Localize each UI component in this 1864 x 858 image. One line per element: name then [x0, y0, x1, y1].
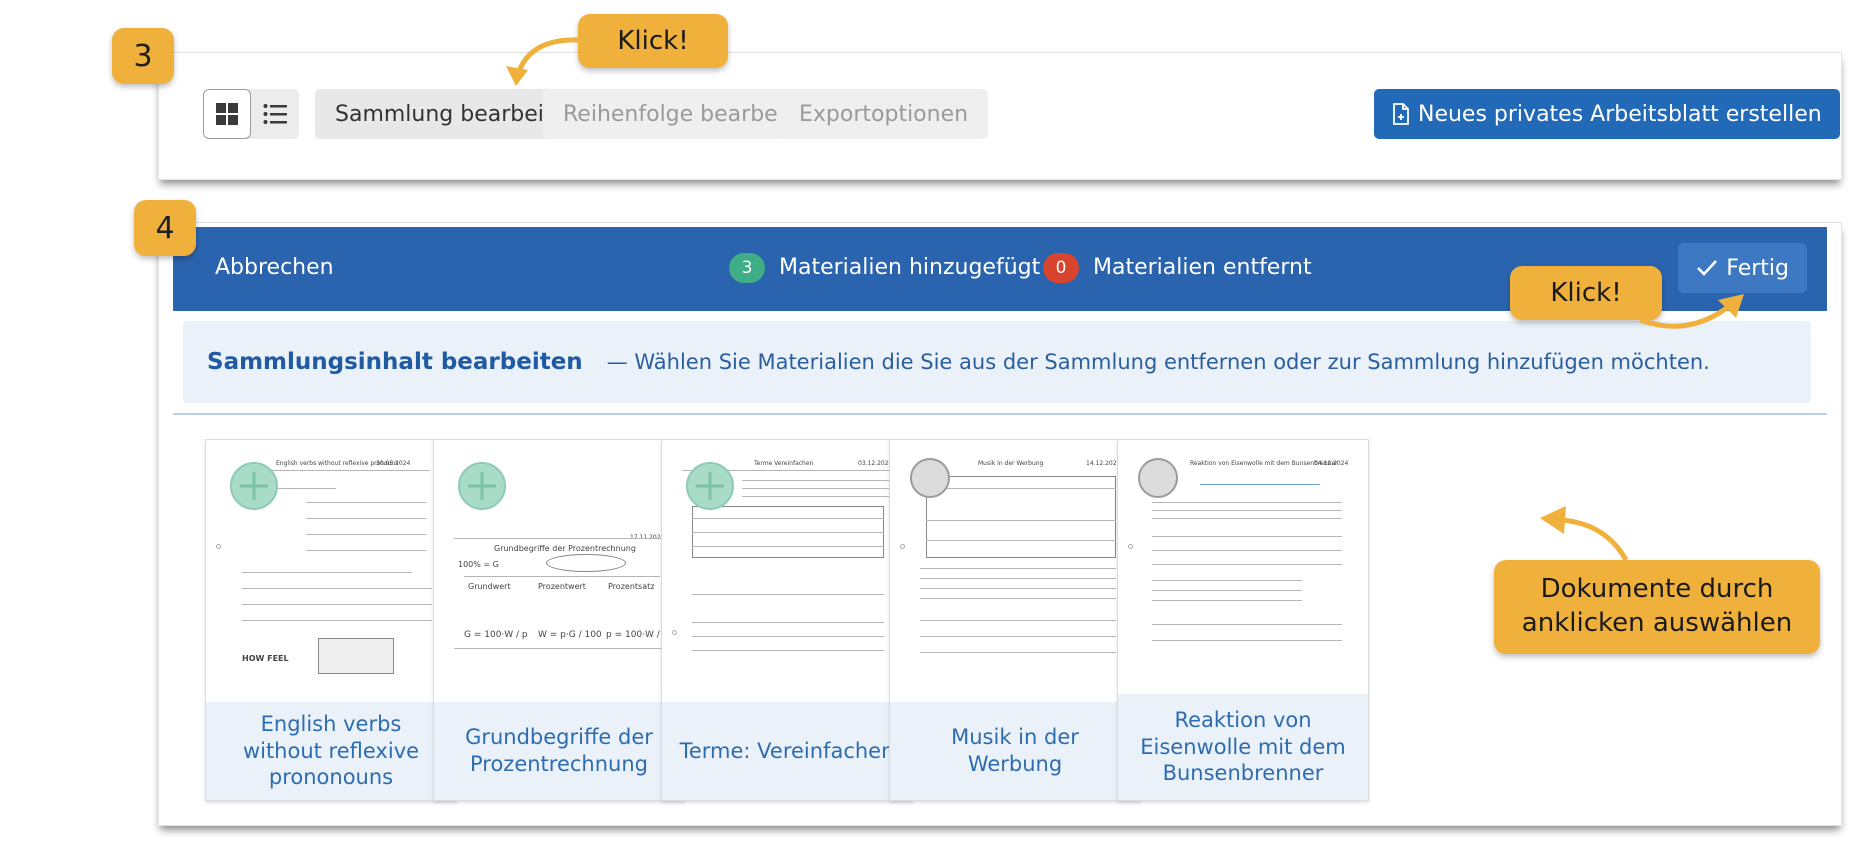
- callout-text: Dokumente durch: [1540, 574, 1774, 605]
- thumbnail-date: 30.05.2024: [376, 460, 411, 467]
- grid-view-icon: [216, 103, 238, 125]
- added-label: Materialien hinzugefügt: [779, 255, 1041, 280]
- callout-arrow-edit: [506, 37, 581, 86]
- export-options-button[interactable]: Exportoptionen: [779, 89, 989, 139]
- new-private-sheet-button[interactable]: Neues privates Arbeitsblatt erstellen: [1374, 89, 1840, 139]
- done-button[interactable]: Fertig: [1678, 243, 1807, 293]
- card-title[interactable]: Terme: Vereinfachen: [662, 702, 912, 800]
- plus-icon: [696, 472, 724, 500]
- info-title: Sammlungsinhalt bearbeiten: [207, 349, 583, 375]
- info-text: — Wählen Sie Materialien die Sie aus der…: [606, 350, 1710, 374]
- add-to-collection-toggle[interactable]: [910, 458, 950, 498]
- list-view-button[interactable]: [251, 89, 299, 139]
- thumbnail-heading: Musik in der Werbung: [978, 460, 1044, 467]
- material-card[interactable]: Grundbegriffe der Prozentrechnung 17.11.…: [433, 439, 685, 801]
- callout-text: anklicken auswählen: [1521, 608, 1793, 638]
- step-number: 3: [133, 38, 153, 74]
- removed-label: Materialien entfernt: [1093, 255, 1312, 280]
- grid-view-button[interactable]: [203, 89, 251, 139]
- info-box: Sammlungsinhalt bearbeiten — Wählen Sie …: [183, 321, 1811, 403]
- select-documents-callout: Dokumente durch anklicken auswählen: [1494, 560, 1820, 654]
- add-to-collection-toggle[interactable]: [458, 462, 506, 510]
- step-badge-4: 4: [134, 200, 196, 256]
- material-card[interactable]: Reaktion von Eisenwolle mit dem Bunsenbr…: [1117, 439, 1369, 801]
- add-to-collection-toggle[interactable]: [686, 462, 734, 510]
- done-label: Fertig: [1726, 255, 1789, 281]
- thumbnail-date: 04.12.2024: [1314, 460, 1349, 467]
- material-card[interactable]: English verbs without reflexive pronouns…: [205, 439, 457, 801]
- view-toggle: [203, 89, 299, 139]
- step-number: 4: [155, 210, 175, 246]
- card-title[interactable]: Reaktion von Eisenwolle mit dem Bunsenbr…: [1118, 694, 1368, 800]
- check-icon: [1697, 260, 1718, 276]
- toolbar: Sammlung bearbeiten Reihenfolge bearbeit…: [203, 89, 1841, 139]
- callout-arrow-select: [1540, 506, 1629, 562]
- thumbnail-date: 03.12.2024: [858, 460, 893, 467]
- collection-toolbar-panel: Sammlung bearbeiten Reihenfolge bearbeit…: [158, 52, 1842, 180]
- step-badge-3: 3: [112, 28, 174, 84]
- click-callout-edit: Klick!: [578, 14, 728, 68]
- cancel-button[interactable]: Abbrechen: [215, 255, 334, 280]
- added-count-badge: 3: [729, 253, 765, 283]
- new-private-sheet-label: Neues privates Arbeitsblatt erstellen: [1418, 101, 1822, 127]
- card-title[interactable]: Grundbegriffe der Prozentrechnung: [434, 702, 684, 800]
- plus-icon: [468, 472, 496, 500]
- material-card[interactable]: Terme Vereinfachen 03.12.2024 Terme: Ver…: [661, 439, 913, 801]
- list-view-icon: [263, 104, 287, 124]
- material-card[interactable]: Musik in der Werbung 14.12.2022 Musik in…: [889, 439, 1141, 801]
- removed-count-badge: 0: [1043, 253, 1079, 283]
- card-title[interactable]: Musik in der Werbung: [890, 702, 1140, 800]
- document-plus-icon: [1393, 103, 1409, 125]
- callout-text: Klick!: [1550, 278, 1622, 308]
- card-title[interactable]: English verbs without reflexive prononou…: [206, 702, 456, 800]
- add-to-collection-toggle[interactable]: [230, 462, 278, 510]
- thumbnail-date: 14.12.2022: [1086, 460, 1121, 467]
- thumbnail-heading: Terme Vereinfachen: [754, 460, 814, 467]
- plus-icon: [240, 472, 268, 500]
- divider: [173, 413, 1827, 415]
- thumbnail-heading: Grundbegriffe der Prozentrechnung: [494, 544, 636, 553]
- add-to-collection-toggle[interactable]: [1138, 458, 1178, 498]
- callout-text: Klick!: [617, 26, 689, 56]
- callout-arrow-done: [1639, 294, 1744, 329]
